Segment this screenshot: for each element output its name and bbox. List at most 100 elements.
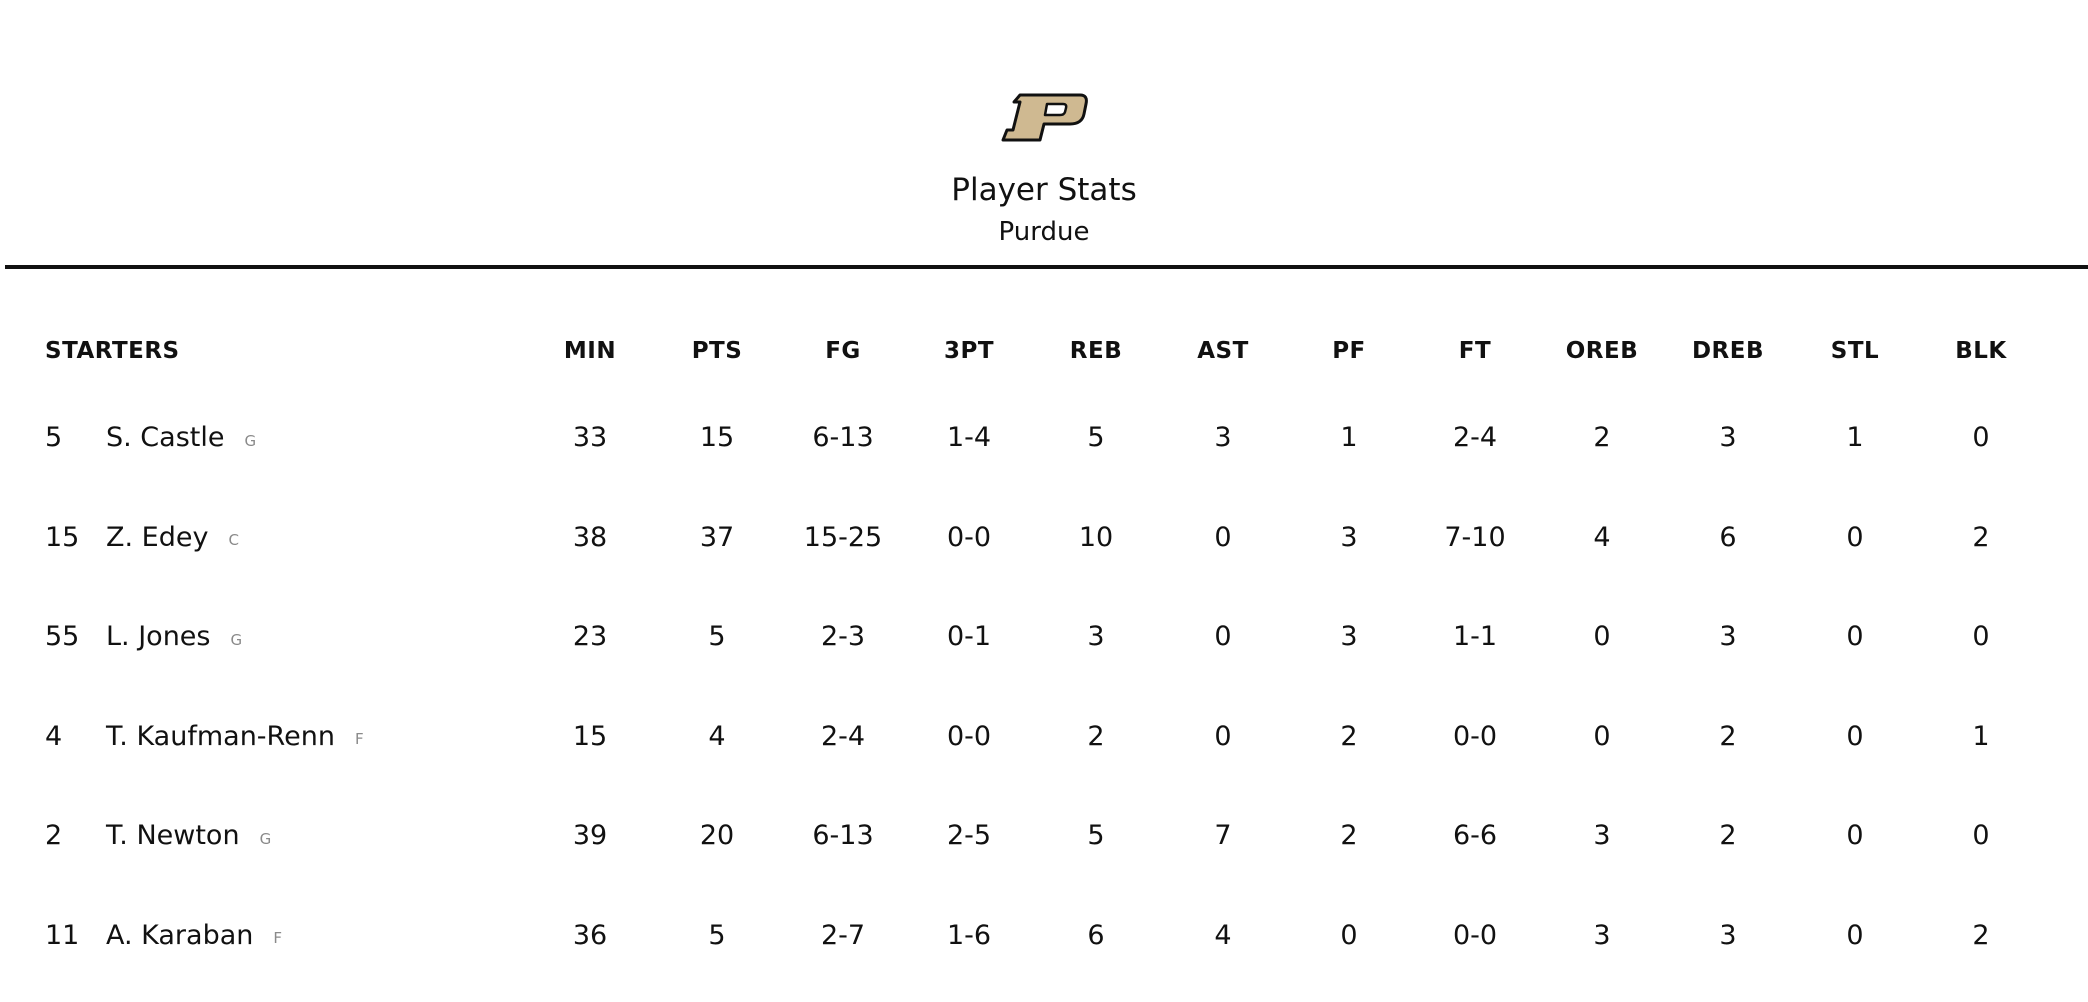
column-header-3pt[interactable]: 3PT xyxy=(919,300,1019,388)
stat-min: 15 xyxy=(572,720,608,752)
stat-min: 36 xyxy=(572,919,608,951)
jersey-number: 2 xyxy=(45,820,63,852)
player-name[interactable]: L. Jones xyxy=(106,621,210,652)
player-name[interactable]: T. Kaufman-Renn xyxy=(106,721,335,752)
jersey-number: 15 xyxy=(45,521,80,553)
stat-fg: 6-13 xyxy=(812,422,874,454)
stat-min: 23 xyxy=(572,621,608,653)
table-row: 2 T. Newton G 39 20 6-13 2-5 5 7 2 6-6 3… xyxy=(0,786,2088,886)
player-position: G xyxy=(244,431,257,450)
purdue-p-logo-icon xyxy=(1000,92,1088,144)
stat-ast: 0 xyxy=(1214,621,1232,653)
stat-3pt: 0-1 xyxy=(946,621,992,653)
stat-reb: 5 xyxy=(1087,422,1105,454)
stat-dreb: 3 xyxy=(1719,422,1737,454)
stat-ast: 0 xyxy=(1214,720,1232,752)
stat-reb: 6 xyxy=(1087,919,1105,951)
stat-stl: 0 xyxy=(1846,720,1864,752)
column-header-pts[interactable]: PTS xyxy=(682,300,752,388)
stat-pf: 2 xyxy=(1340,720,1358,752)
stat-ft: 6-6 xyxy=(1452,820,1498,852)
stat-fg: 2-7 xyxy=(820,919,866,951)
stat-pts: 4 xyxy=(708,720,726,752)
stat-ft: 0-0 xyxy=(1452,720,1498,752)
jersey-number: 55 xyxy=(45,621,80,653)
player-name-cell[interactable]: S. Castle G xyxy=(106,388,256,488)
player-name-cell[interactable]: Z. Edey C xyxy=(106,488,239,588)
table-row: 5 S. Castle G 33 15 6-13 1-4 5 3 1 2-4 2… xyxy=(0,388,2088,488)
stat-dreb: 6 xyxy=(1719,521,1737,553)
table-row: 4 T. Kaufman-Renn F 15 4 2-4 0-0 2 0 2 0… xyxy=(0,687,2088,787)
player-name[interactable]: A. Karaban xyxy=(106,920,253,951)
stat-3pt: 1-6 xyxy=(946,919,992,951)
player-name-cell[interactable]: L. Jones G xyxy=(106,587,242,687)
section-label-starters: STARTERS xyxy=(45,338,180,364)
table-row: 55 L. Jones G 23 5 2-3 0-1 3 0 3 1-1 0 3… xyxy=(0,587,2088,687)
table-row: 11 A. Karaban F 36 5 2-7 1-6 6 4 0 0-0 3… xyxy=(0,886,2088,986)
stat-3pt: 2-5 xyxy=(946,820,992,852)
column-header-ft[interactable]: FT xyxy=(1425,300,1525,388)
stat-dreb: 3 xyxy=(1719,919,1737,951)
player-name[interactable]: Z. Edey xyxy=(106,522,208,553)
column-header-stl[interactable]: STL xyxy=(1820,300,1890,388)
player-name-cell[interactable]: T. Newton G xyxy=(106,786,271,886)
column-header-ast[interactable]: AST xyxy=(1188,300,1258,388)
column-header-min[interactable]: MIN xyxy=(555,300,625,388)
stat-stl: 0 xyxy=(1846,521,1864,553)
stat-dreb: 3 xyxy=(1719,621,1737,653)
column-header-oreb[interactable]: OREB xyxy=(1552,300,1652,388)
table-row: 15 Z. Edey C 38 37 15-25 0-0 10 0 3 7-10… xyxy=(0,488,2088,588)
stat-ast: 4 xyxy=(1214,919,1232,951)
stat-oreb: 0 xyxy=(1593,720,1611,752)
player-name[interactable]: T. Newton xyxy=(106,820,240,851)
stat-min: 38 xyxy=(572,521,608,553)
stat-fg: 6-13 xyxy=(812,820,874,852)
stat-pf: 1 xyxy=(1340,422,1358,454)
jersey-number: 11 xyxy=(45,919,80,951)
stat-min: 33 xyxy=(572,422,608,454)
column-header-pf[interactable]: PF xyxy=(1314,300,1384,388)
player-position: F xyxy=(273,929,283,948)
page-title: Player Stats xyxy=(951,172,1137,208)
stat-ft: 1-1 xyxy=(1452,621,1498,653)
table-header-row: STARTERS MIN PTS FG 3PT REB AST PF FT OR… xyxy=(0,300,2088,388)
stat-fg: 2-4 xyxy=(820,720,866,752)
stat-pts: 5 xyxy=(708,621,726,653)
player-name-cell[interactable]: A. Karaban F xyxy=(106,886,282,986)
stat-ast: 0 xyxy=(1214,521,1232,553)
jersey-number: 5 xyxy=(45,422,63,454)
stat-pf: 3 xyxy=(1340,521,1358,553)
stat-stl: 0 xyxy=(1846,621,1864,653)
player-position: G xyxy=(259,829,272,848)
stat-3pt: 1-4 xyxy=(946,422,992,454)
stat-pts: 37 xyxy=(699,521,735,553)
stat-oreb: 3 xyxy=(1593,919,1611,951)
stat-pts: 5 xyxy=(708,919,726,951)
stat-oreb: 0 xyxy=(1593,621,1611,653)
player-stats-table: STARTERS MIN PTS FG 3PT REB AST PF FT OR… xyxy=(0,300,2088,985)
stat-ast: 3 xyxy=(1214,422,1232,454)
column-header-reb[interactable]: REB xyxy=(1061,300,1131,388)
column-header-blk[interactable]: BLK xyxy=(1946,300,2016,388)
player-position: F xyxy=(354,730,364,749)
stat-blk: 2 xyxy=(1972,919,1990,951)
player-name[interactable]: S. Castle xyxy=(106,422,224,453)
player-position: C xyxy=(228,531,239,550)
jersey-number: 4 xyxy=(45,720,63,752)
stat-oreb: 3 xyxy=(1593,820,1611,852)
column-header-dreb[interactable]: DREB xyxy=(1678,300,1778,388)
player-position: G xyxy=(230,630,243,649)
stat-fg: 15-25 xyxy=(803,521,883,553)
team-name: Purdue xyxy=(998,217,1090,247)
stat-stl: 0 xyxy=(1846,919,1864,951)
stat-pts: 20 xyxy=(699,820,735,852)
player-name-cell[interactable]: T. Kaufman-Renn F xyxy=(106,687,364,787)
column-header-fg[interactable]: FG xyxy=(793,300,893,388)
stat-blk: 1 xyxy=(1972,720,1990,752)
stat-stl: 0 xyxy=(1846,820,1864,852)
stat-reb: 2 xyxy=(1087,720,1105,752)
stat-pf: 0 xyxy=(1340,919,1358,951)
stat-reb: 5 xyxy=(1087,820,1105,852)
stat-ft: 7-10 xyxy=(1444,521,1506,553)
stat-ast: 7 xyxy=(1214,820,1232,852)
